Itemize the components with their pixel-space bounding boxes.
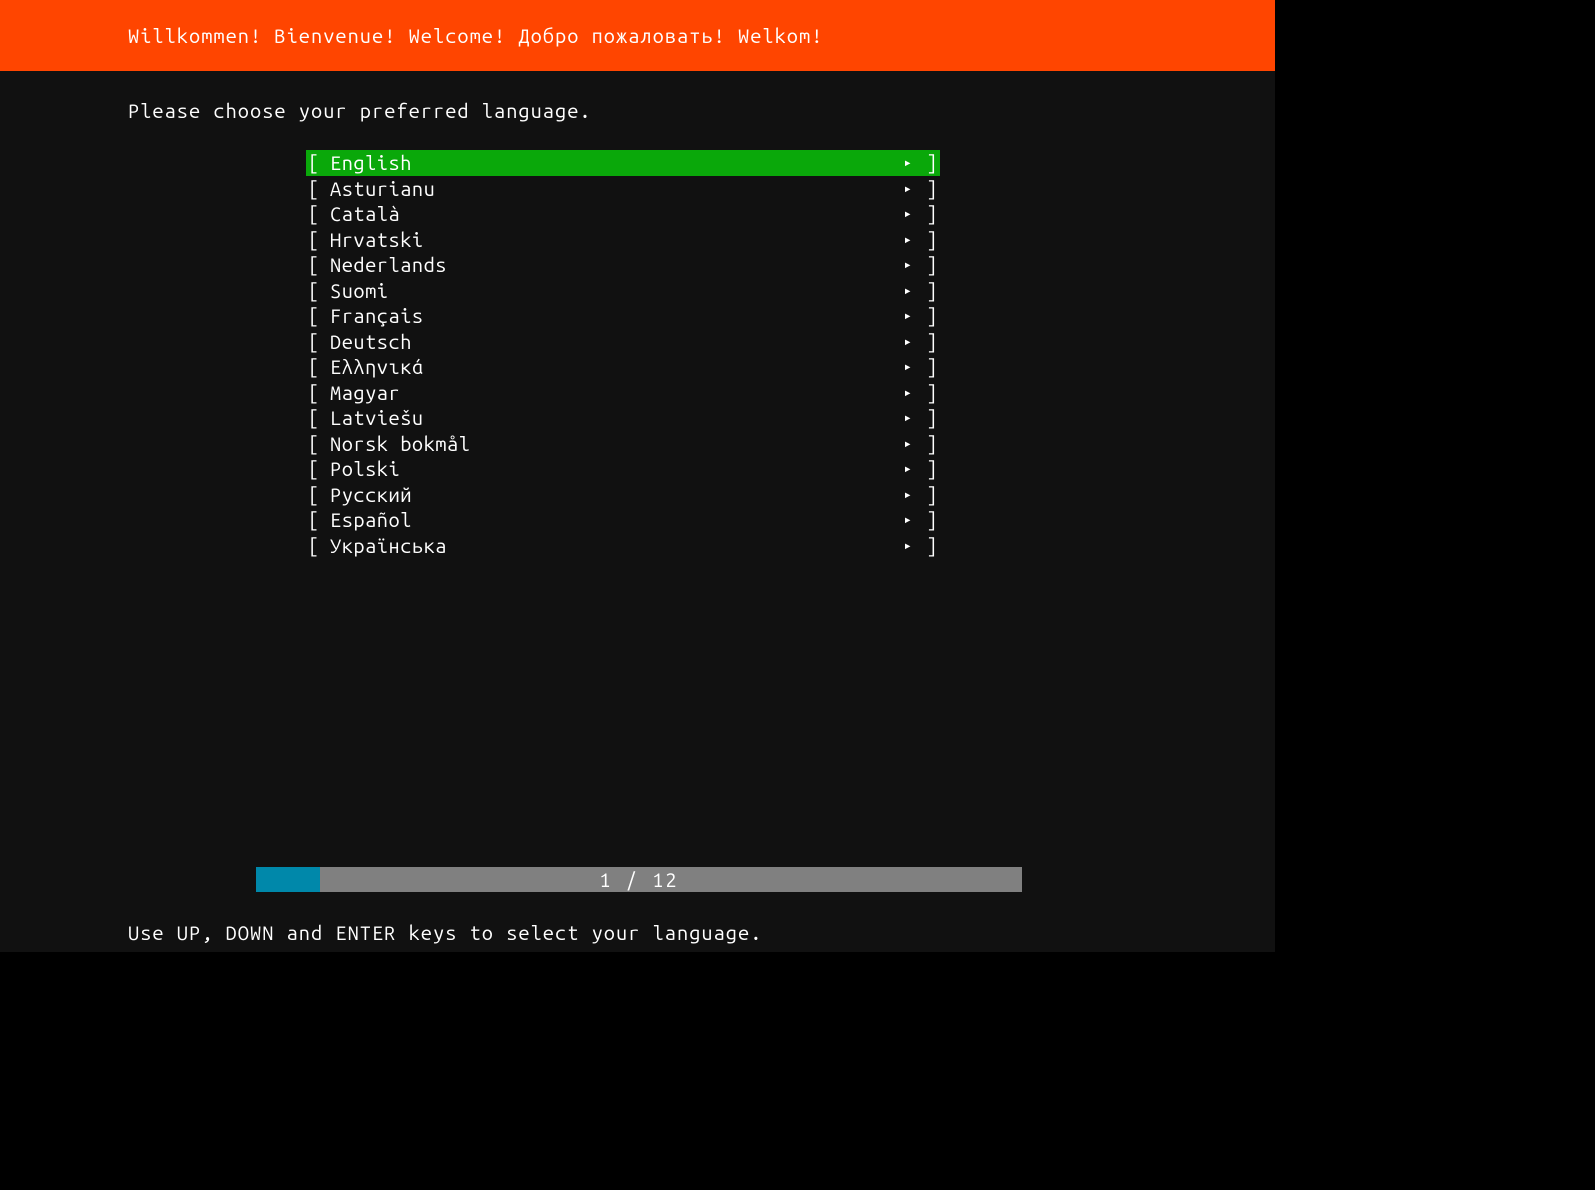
progress-bar: 1 / 12 [256, 867, 1022, 892]
arrow-right-icon: ▸ [896, 278, 920, 304]
bracket-left: [ [306, 456, 330, 482]
language-item[interactable]: [Українська▸] [306, 533, 940, 559]
language-item[interactable]: [Nederlands▸] [306, 252, 940, 278]
language-item[interactable]: [Ελληνικά▸] [306, 354, 940, 380]
language-label: Català [330, 201, 896, 227]
bracket-right: ] [920, 456, 940, 482]
arrow-right-icon: ▸ [896, 354, 920, 380]
arrow-right-icon: ▸ [896, 329, 920, 355]
arrow-right-icon: ▸ [896, 431, 920, 457]
bracket-left: [ [306, 252, 330, 278]
arrow-right-icon: ▸ [896, 380, 920, 406]
language-list[interactable]: [English▸][Asturianu▸][Català▸][Hrvatski… [306, 150, 940, 558]
language-item[interactable]: [Norsk bokmål▸] [306, 431, 940, 457]
bracket-right: ] [920, 278, 940, 304]
bracket-left: [ [306, 176, 330, 202]
bracket-right: ] [920, 533, 940, 559]
language-item[interactable]: [Русский▸] [306, 482, 940, 508]
language-label: English [330, 150, 896, 176]
footer-help-text: Use UP, DOWN and ENTER keys to select yo… [128, 921, 762, 944]
language-label: Ελληνικά [330, 354, 896, 380]
arrow-right-icon: ▸ [896, 405, 920, 431]
language-label: Latviešu [330, 405, 896, 431]
progress-text: 1 / 12 [599, 868, 678, 891]
arrow-right-icon: ▸ [896, 201, 920, 227]
arrow-right-icon: ▸ [896, 252, 920, 278]
language-label: Русский [330, 482, 896, 508]
language-label: Español [330, 507, 896, 533]
bracket-left: [ [306, 405, 330, 431]
arrow-right-icon: ▸ [896, 507, 920, 533]
arrow-right-icon: ▸ [896, 227, 920, 253]
bracket-left: [ [306, 201, 330, 227]
bracket-left: [ [306, 354, 330, 380]
arrow-right-icon: ▸ [896, 176, 920, 202]
language-item[interactable]: [English▸] [306, 150, 940, 176]
arrow-right-icon: ▸ [896, 150, 920, 176]
bracket-right: ] [920, 354, 940, 380]
bracket-left: [ [306, 482, 330, 508]
language-item[interactable]: [Magyar▸] [306, 380, 940, 406]
progress-fill [256, 867, 320, 892]
bracket-right: ] [920, 201, 940, 227]
bracket-right: ] [920, 507, 940, 533]
bracket-right: ] [920, 431, 940, 457]
bracket-left: [ [306, 227, 330, 253]
bracket-right: ] [920, 329, 940, 355]
bracket-left: [ [306, 533, 330, 559]
language-label: Hrvatski [330, 227, 896, 253]
bracket-right: ] [920, 227, 940, 253]
prompt-text: Please choose your preferred language. [0, 71, 1275, 122]
bracket-left: [ [306, 329, 330, 355]
arrow-right-icon: ▸ [896, 303, 920, 329]
language-item[interactable]: [Latviešu▸] [306, 405, 940, 431]
bracket-left: [ [306, 278, 330, 304]
language-item[interactable]: [Asturianu▸] [306, 176, 940, 202]
language-label: Nederlands [330, 252, 896, 278]
bracket-right: ] [920, 303, 940, 329]
language-item[interactable]: [Hrvatski▸] [306, 227, 940, 253]
header-title: Willkommen! Bienvenue! Welcome! Добро по… [128, 24, 823, 47]
arrow-right-icon: ▸ [896, 533, 920, 559]
header-bar: Willkommen! Bienvenue! Welcome! Добро по… [0, 0, 1275, 71]
language-item[interactable]: [Suomi▸] [306, 278, 940, 304]
bracket-right: ] [920, 380, 940, 406]
bracket-right: ] [920, 150, 940, 176]
language-item[interactable]: [Español▸] [306, 507, 940, 533]
language-item[interactable]: [Català▸] [306, 201, 940, 227]
language-label: Deutsch [330, 329, 896, 355]
bracket-left: [ [306, 431, 330, 457]
language-label: Українська [330, 533, 896, 559]
installer-screen: Willkommen! Bienvenue! Welcome! Добро по… [0, 0, 1275, 952]
language-label: Magyar [330, 380, 896, 406]
language-item[interactable]: [Polski▸] [306, 456, 940, 482]
bracket-left: [ [306, 150, 330, 176]
bracket-right: ] [920, 405, 940, 431]
arrow-right-icon: ▸ [896, 456, 920, 482]
language-label: Norsk bokmål [330, 431, 896, 457]
language-label: Asturianu [330, 176, 896, 202]
bracket-right: ] [920, 176, 940, 202]
bracket-left: [ [306, 303, 330, 329]
language-item[interactable]: [Deutsch▸] [306, 329, 940, 355]
language-label: Français [330, 303, 896, 329]
bracket-right: ] [920, 252, 940, 278]
bracket-left: [ [306, 380, 330, 406]
arrow-right-icon: ▸ [896, 482, 920, 508]
bracket-right: ] [920, 482, 940, 508]
bracket-left: [ [306, 507, 330, 533]
language-label: Polski [330, 456, 896, 482]
language-label: Suomi [330, 278, 896, 304]
language-item[interactable]: [Français▸] [306, 303, 940, 329]
